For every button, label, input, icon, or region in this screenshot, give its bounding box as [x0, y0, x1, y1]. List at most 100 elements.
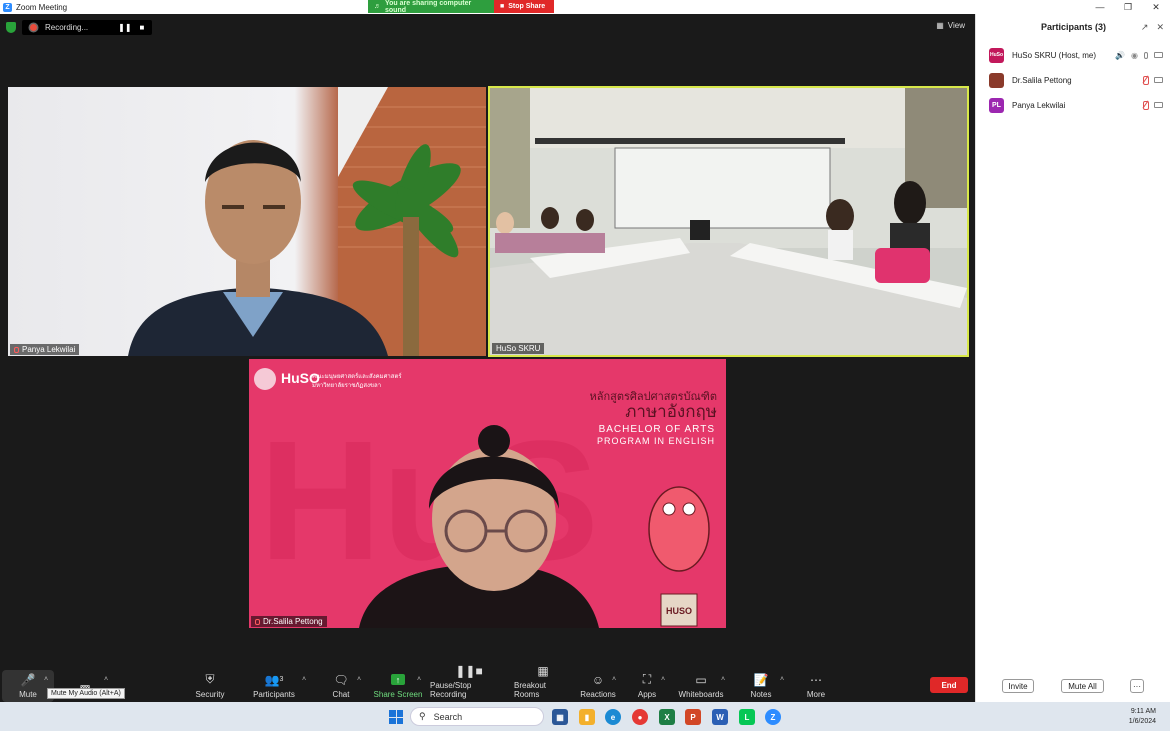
chat-caret-icon[interactable]: ˄ — [357, 676, 361, 683]
mascot-bag-text: HUSO — [666, 606, 692, 616]
tile-name-huso: HuSo SKRU — [492, 343, 545, 354]
stop-share-button[interactable]: ■ Stop Share — [494, 0, 554, 13]
participant-row[interactable]: HuSo HuSo SKRU (Host, me) 🔊 ◉ — [989, 46, 1169, 64]
reactions-caret-icon[interactable]: ˄ — [612, 676, 616, 683]
breakout-rooms-label: Breakout Rooms — [514, 681, 547, 699]
recording-label: Recording... — [45, 23, 89, 32]
end-meeting-button[interactable]: End — [930, 677, 968, 693]
minimize-button[interactable]: — — [1086, 0, 1114, 14]
more-button[interactable]: ⋯ More — [800, 670, 832, 702]
zoom-app-icon[interactable]: Z — [765, 709, 781, 725]
participant-row[interactable]: PL Panya Lekwilai — [989, 96, 1169, 114]
recording-indicator: Recording... ❚❚ ■ — [22, 20, 153, 35]
share-screen-button[interactable]: ↑ Share Screen — [372, 670, 424, 702]
sharing-sound-indicator: ♬ You are sharing computer sound — [368, 0, 494, 14]
close-window-button[interactable]: ✕ — [1142, 0, 1170, 14]
share-screen-label: Share Screen — [373, 690, 423, 699]
video-tile-huso[interactable]: HuSo SKRU — [488, 86, 969, 357]
tile-name-label: HuSo SKRU — [496, 344, 541, 353]
more-options-button[interactable]: ··· — [1130, 679, 1144, 693]
participant-row[interactable]: Dr.Salila Pettong — [989, 71, 1169, 89]
mic-muted-icon[interactable] — [1142, 76, 1149, 85]
avatar: PL — [989, 97, 1004, 113]
recording-bar: Recording... ❚❚ ■ — [6, 20, 153, 35]
close-panel-icon[interactable]: ✕ — [1156, 22, 1164, 33]
mic-muted-icon — [14, 346, 19, 353]
camera-icon[interactable] — [1154, 102, 1163, 108]
video-tile-salila[interactable]: HuS HuSO คณะมนุษยศาสตร์และสังคมศาสตร์ มห… — [249, 359, 726, 628]
view-label: View — [947, 21, 965, 30]
excel-icon[interactable]: X — [659, 709, 675, 725]
chat-button[interactable]: 🗨 Chat — [324, 670, 358, 702]
recording-dot-icon — [30, 24, 37, 31]
pop-out-icon[interactable]: ↗ — [1141, 22, 1149, 33]
powerpoint-icon[interactable]: P — [685, 709, 701, 725]
apps-caret-icon[interactable]: ˄ — [661, 676, 665, 683]
whiteboards-button[interactable]: ▭ Whiteboards — [678, 670, 724, 702]
more-dots-icon: ⋯ — [810, 672, 822, 687]
window-title: Zoom Meeting — [16, 2, 68, 12]
mute-label: Mute — [19, 690, 37, 699]
search-placeholder: Search — [433, 711, 463, 722]
encryption-shield-icon[interactable] — [6, 22, 16, 33]
participants-label: Participants — [253, 690, 295, 699]
camera-icon[interactable] — [1154, 77, 1163, 83]
file-explorer-icon[interactable]: ▮ — [579, 709, 595, 725]
pause-stop-recording-button[interactable]: ❚❚■ Pause/Stop Recording — [430, 664, 508, 702]
whiteboard-icon: ▭ — [695, 672, 707, 687]
tile-name-salila: Dr.Salila Pettong — [251, 616, 327, 627]
participants-button[interactable]: 👥 3 Participants — [252, 670, 296, 702]
chat-label: Chat — [332, 690, 350, 699]
video-options-caret-icon[interactable]: ˄ — [104, 676, 108, 683]
stop-recording-icon[interactable]: ■ — [140, 23, 145, 32]
widgets-app-icon[interactable]: ▦ — [552, 709, 568, 725]
mic-muted-icon[interactable] — [1142, 101, 1149, 110]
video-tile-panya[interactable]: Panya Lekwilai — [8, 87, 486, 356]
security-label: Security — [195, 690, 225, 699]
pause-stop-icon: ❚❚■ — [455, 663, 483, 678]
system-clock[interactable]: 9:11 AM 1/6/2024 — [1129, 707, 1156, 727]
reactions-button[interactable]: ☺ Reactions — [580, 670, 616, 702]
participants-count: 3 — [279, 676, 284, 683]
security-button[interactable]: ⛨ Security — [188, 670, 232, 702]
participant-name: Panya Lekwilai — [1012, 100, 1066, 110]
participants-panel: Participants (3) ↗ ✕ HuSo HuSo SKRU (Hos… — [975, 14, 1170, 702]
apps-button[interactable]: ⛶ Apps — [634, 670, 660, 702]
view-button[interactable]: ▦ View — [936, 21, 965, 30]
meeting-toolbar: 🎤 Mute ˄ ▩ ˄ ⛨ Security 👥3 Participants … — [0, 664, 975, 702]
share-arrow-icon: ↑ — [391, 674, 405, 685]
notes-button[interactable]: 📝 Notes — [746, 670, 776, 702]
audio-options-caret-icon[interactable]: ˄ — [44, 676, 48, 683]
pause-recording-icon[interactable]: ❚❚ — [118, 23, 131, 32]
share-banner: ♬ You are sharing computer sound ■ Stop … — [368, 0, 554, 14]
grid-icon: ▦ — [936, 21, 944, 30]
camera-icon[interactable] — [1154, 52, 1163, 58]
taskbar-search-input[interactable]: ⚲ Search — [410, 707, 544, 726]
participants-caret-icon[interactable]: ˄ — [302, 676, 306, 683]
sharing-sound-text: You are sharing computer sound — [385, 0, 472, 14]
microphone-icon[interactable] — [1144, 51, 1148, 59]
clock-date: 1/6/2024 — [1128, 718, 1156, 725]
microphone-icon: 🎤 — [20, 672, 36, 687]
pause-stop-recording-label: Pause/Stop Recording — [430, 681, 472, 699]
avatar — [989, 72, 1004, 88]
more-label: More — [806, 690, 826, 699]
windows-start-icon[interactable] — [389, 710, 403, 724]
mic-muted-icon — [255, 618, 260, 625]
share-caret-icon[interactable]: ˄ — [417, 676, 421, 683]
whiteboards-caret-icon[interactable]: ˄ — [721, 676, 725, 683]
restore-button[interactable]: ❐ — [1114, 0, 1142, 14]
slide-en-line2: PROGRAM IN ENGLISH — [597, 436, 715, 446]
invite-button[interactable]: Invite — [1002, 679, 1034, 693]
edge-browser-icon[interactable]: e — [605, 709, 621, 725]
mute-all-button[interactable]: Mute All — [1061, 679, 1104, 693]
word-icon[interactable]: W — [712, 709, 728, 725]
slide-org-line1: คณะมนุษยศาสตร์และสังคมศาสตร์ — [312, 372, 402, 380]
breakout-rooms-button[interactable]: ▦ Breakout Rooms — [514, 664, 572, 702]
stop-share-label: Stop Share — [508, 3, 546, 10]
chrome-browser-icon[interactable]: ● — [632, 709, 648, 725]
shield-icon: ⛨ — [205, 672, 215, 686]
whiteboards-label: Whiteboards — [678, 690, 724, 699]
line-app-icon[interactable]: L — [739, 709, 755, 725]
notes-caret-icon[interactable]: ˄ — [780, 676, 784, 683]
